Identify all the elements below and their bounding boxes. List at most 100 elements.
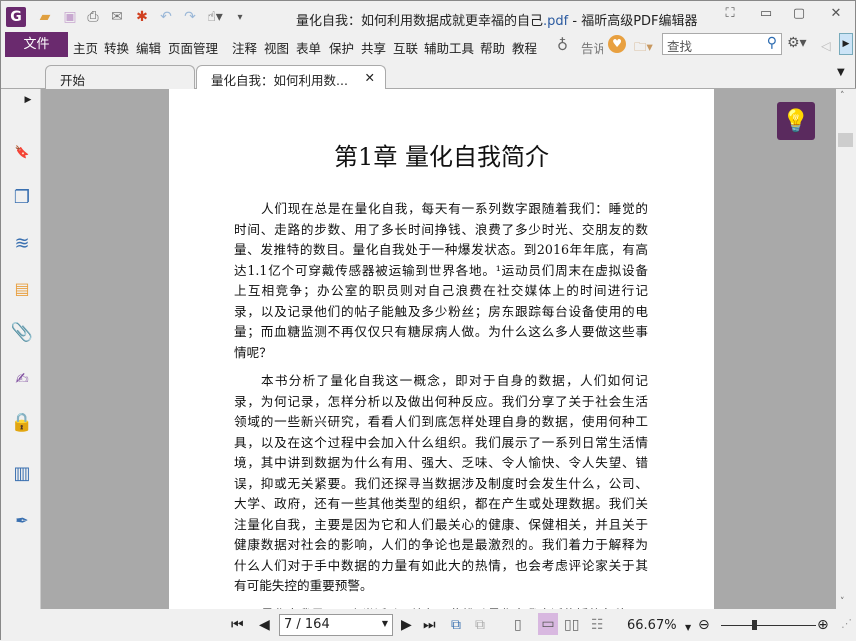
menu-protect[interactable]: 保护 xyxy=(329,38,354,57)
open-folder-icon[interactable]: ▰ xyxy=(36,9,54,25)
paragraph-line: 量、发推特的数目。量化自我处于一种爆发状态。到2016年年底，有高 xyxy=(234,242,648,257)
menu-share[interactable]: 共享 xyxy=(361,38,386,57)
paragraph-line: 领域的一些新兴研究，看看人们到底怎样处理自身的数据，使用何种工 xyxy=(234,414,648,429)
menu-home[interactable]: 主页 xyxy=(73,38,98,57)
certify-icon[interactable]: ✒ xyxy=(11,509,33,531)
hand-tool-icon[interactable]: ☝▾ xyxy=(206,9,224,25)
lightbulb-icon[interactable]: ♁ xyxy=(557,36,568,54)
email-icon[interactable]: ✉ xyxy=(108,9,126,25)
menu-connect[interactable]: 互联 xyxy=(393,38,418,57)
single-page-icon[interactable]: ▯ xyxy=(514,617,522,633)
paragraph-line: 上互相竞争；办公室的职员则对自己浪费在社交媒体上的时间进行记 xyxy=(234,283,648,298)
customize-toolbar-icon[interactable]: ▾ xyxy=(231,9,249,25)
save-icon[interactable]: ▣ xyxy=(61,9,79,25)
previous-page-button[interactable]: ◀ xyxy=(259,617,270,633)
expand-panel-icon[interactable]: ▶ xyxy=(23,89,33,111)
maximize-button[interactable]: ▢ xyxy=(786,6,812,26)
paragraph-line: 健康数据对社会的影响，人们的争论也是最激烈的。我们着力于解释为 xyxy=(234,537,648,552)
facing-pages-icon[interactable]: ▯▯ xyxy=(564,617,579,633)
title-app: - 福昕高级PDF编辑器 xyxy=(568,14,698,29)
paragraph-line: 什么人们对于手中数据的力量有如此大的热情，也会考虑评论家关于其 xyxy=(234,557,648,573)
paragraph-line: 大学、政府，还有一些其他类型的组织，都在产生或处理数据。我们关 xyxy=(234,496,648,511)
redo-icon[interactable]: ↷ xyxy=(181,9,199,25)
previous-view-icon[interactable]: ⧉ xyxy=(451,617,461,633)
tab-label: 开始 xyxy=(60,73,86,88)
page-number-input[interactable]: 7 / 164 ▼ xyxy=(279,614,393,636)
tab-start[interactable]: 开始 xyxy=(45,65,195,89)
menu-edit[interactable]: 编辑 xyxy=(136,38,161,57)
layers-icon[interactable]: ≋ xyxy=(11,232,33,254)
lightbulb-icon: 💡 xyxy=(782,108,810,134)
paragraph-line: 具，以及在这个过程中会加入什么组织。我们展示了一系列日常生活情 xyxy=(234,434,648,450)
tab-document[interactable]: 量化自我：如何利用数... ✕ xyxy=(196,65,386,90)
zoom-slider-thumb[interactable] xyxy=(752,620,758,630)
zoom-level[interactable]: 66.67% xyxy=(627,618,677,633)
tab-label: 量化自我：如何利用数... xyxy=(211,73,348,88)
heart-icon[interactable]: ♥ xyxy=(608,35,626,53)
vertical-scrollbar[interactable]: ˄ ˅ xyxy=(836,89,856,609)
zoom-in-button[interactable]: ⊕ xyxy=(817,617,829,633)
continuous-page-icon[interactable]: ▭ xyxy=(538,613,558,635)
menu-help[interactable]: 帮助 xyxy=(480,38,505,57)
search-input[interactable]: 查找 ⚲ xyxy=(662,33,782,55)
navigation-sidebar: ▶ 🔖 ❐ ≋ ▤ 📎 ✍ 🔒 ▥ ✒ xyxy=(1,89,41,609)
paragraph-line: 本书分析了量化自我这一概念，即对于自身的数据，人们如何记 xyxy=(261,373,648,388)
file-menu-button[interactable]: 文件 xyxy=(5,32,68,57)
paragraph-line: 量；而血糖监测不再仅仅只有糖尿病人做。为什么这么多人要做这些事 xyxy=(234,324,648,339)
settings-gear-icon[interactable]: ⚙▾ xyxy=(787,35,807,51)
zoom-slider[interactable] xyxy=(721,620,816,630)
menu-page-management[interactable]: 页面管理 xyxy=(168,38,218,57)
zoom-out-button[interactable]: ⊖ xyxy=(698,617,710,633)
menu-accessibility[interactable]: 辅助工具 xyxy=(424,38,474,57)
next-view-icon[interactable]: ⧉ xyxy=(475,617,485,633)
continuous-facing-icon[interactable]: ☷ xyxy=(591,617,604,633)
close-tab-icon[interactable]: ✕ xyxy=(365,70,375,85)
menu-form[interactable]: 表单 xyxy=(296,38,321,57)
app-logo-icon: G xyxy=(6,7,26,27)
menu-view[interactable]: 视图 xyxy=(264,38,289,57)
document-viewer[interactable]: 第1章 量化自我简介 人们现在总是在量化自我，每天有一系列数字跟随着我们：睡觉的… xyxy=(41,89,836,609)
title-ext: .pdf xyxy=(543,14,569,29)
chapter-title: 第1章 量化自我简介 xyxy=(334,143,549,171)
undo-icon[interactable]: ↶ xyxy=(157,9,175,25)
pdf-page: 第1章 量化自我简介 人们现在总是在量化自我，每天有一系列数字跟随着我们：睡觉的… xyxy=(169,89,714,609)
first-page-button[interactable]: ⏮ xyxy=(231,617,244,633)
pages-thumbnail-icon[interactable]: ❐ xyxy=(11,186,33,208)
resize-grip-icon[interactable]: ⋰ xyxy=(841,617,852,630)
menu-tutorial[interactable]: 教程 xyxy=(512,38,537,57)
paragraph-line: 录，以及记录他们的帖子能触及多少粉丝；房东跟踪每台设备使用的电 xyxy=(234,303,648,319)
minimize-button[interactable]: ▭ xyxy=(753,6,779,26)
form-fields-icon[interactable]: ▥ xyxy=(11,462,33,484)
tips-lightbulb-button[interactable]: 💡 xyxy=(777,102,815,140)
print-icon[interactable]: ⎙ xyxy=(84,9,102,25)
paragraph-line: 境，其中讲到数据为什么有用、强大、乏味、令人愉快、令人失望、错 xyxy=(234,455,648,470)
scroll-right-icon[interactable]: ▶ xyxy=(839,33,853,55)
search-icon[interactable]: ⚲ xyxy=(767,35,777,51)
signatures-icon[interactable]: ✍ xyxy=(11,367,33,389)
comments-icon[interactable]: ▤ xyxy=(11,277,33,299)
menu-comment[interactable]: 注释 xyxy=(232,38,257,57)
next-page-button[interactable]: ▶ xyxy=(401,617,412,633)
window-title: 量化自我：如何利用数据成就更幸福的自己.pdf - 福昕高级PDF编辑器 xyxy=(296,10,698,29)
bookmarks-icon[interactable]: 🔖 xyxy=(11,141,33,163)
scroll-thumb[interactable] xyxy=(838,133,853,147)
close-button[interactable]: ✕ xyxy=(823,6,849,26)
tell-me[interactable]: 告诉 xyxy=(581,38,603,57)
security-lock-icon[interactable]: 🔒 xyxy=(11,411,33,433)
last-page-button[interactable]: ⏭ xyxy=(423,617,436,633)
page-number: 7 / 164 xyxy=(284,617,330,632)
menu-convert[interactable]: 转换 xyxy=(104,38,129,57)
fullscreen-icon[interactable]: ⛶ xyxy=(717,6,743,26)
tab-list-dropdown-icon[interactable]: ▼ xyxy=(837,67,845,78)
new-document-icon[interactable]: ✱ xyxy=(133,9,151,25)
paragraph-line: 录，为何记录，怎样分析以及做出何种反应。我们分享了关于社会生活 xyxy=(234,393,648,409)
scroll-down-icon[interactable]: ˅ xyxy=(840,597,845,607)
title-doc: 量化自我：如何利用数据成就更幸福的自己 xyxy=(296,14,544,29)
attachments-icon[interactable]: 📎 xyxy=(11,321,33,343)
page-dropdown-icon[interactable]: ▼ xyxy=(382,619,388,628)
zoom-dropdown-icon[interactable]: ▼ xyxy=(685,623,691,632)
folder-search-icon[interactable]: 🗀▾ xyxy=(634,38,653,59)
scroll-up-icon[interactable]: ˄ xyxy=(840,91,845,101)
scroll-left-icon[interactable]: ◁ xyxy=(821,38,831,53)
paragraph-line: 达1.1亿个可穿戴传感器被运输到世界各地。¹运动员们周末在虚拟设备 xyxy=(234,262,648,278)
